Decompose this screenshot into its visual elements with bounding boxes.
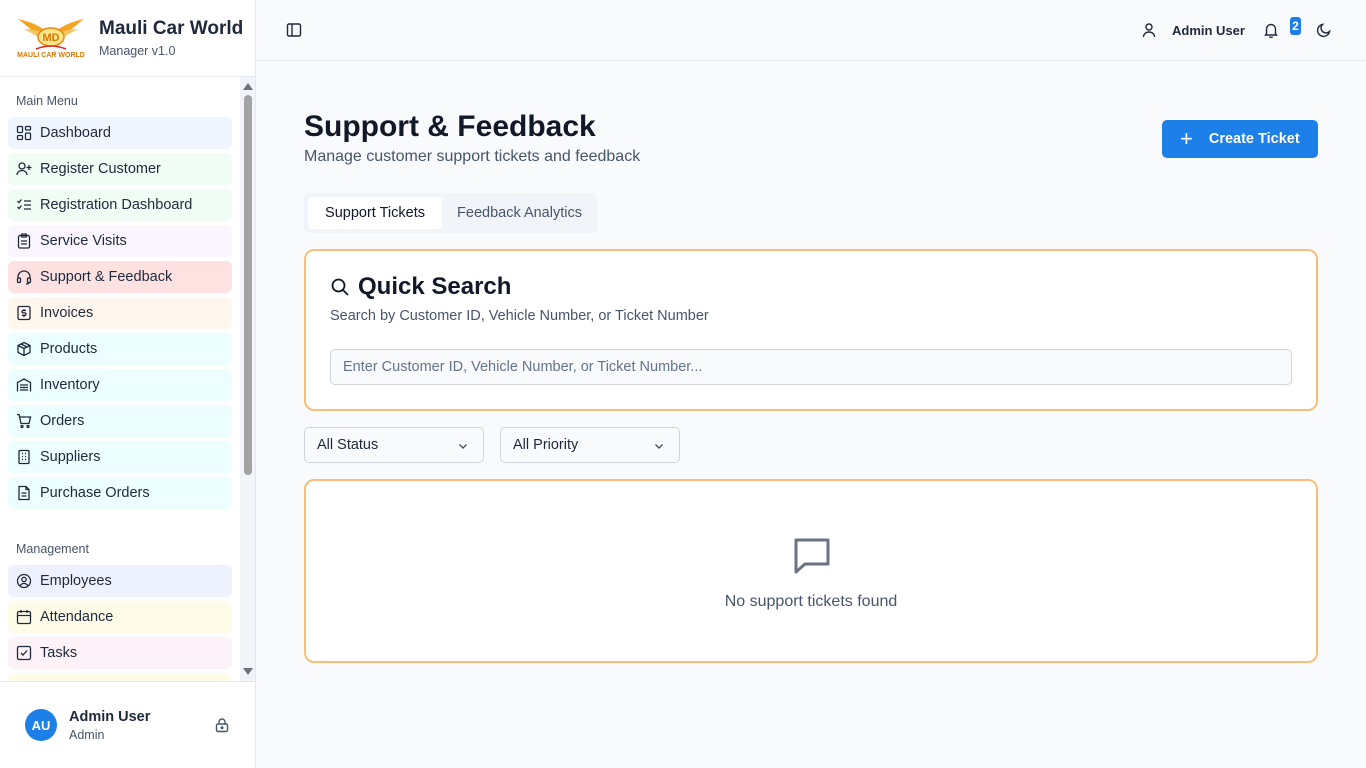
tab-support-tickets[interactable]: Support Tickets (308, 197, 442, 229)
file-icon (16, 485, 32, 501)
sidebar-item-label: Tasks (40, 645, 78, 661)
brand-header: MD MAULI CAR WORLD Mauli Car World Manag… (0, 0, 255, 77)
sidebar-item-attendance[interactable]: Attendance (8, 601, 232, 633)
search-icon (331, 278, 349, 296)
brand-logo: MD MAULI CAR WORLD (16, 15, 86, 61)
bell-icon[interactable] (1263, 22, 1279, 43)
sidebar-item-label: Invoices (40, 305, 94, 321)
svg-text:MAULI CAR WORLD: MAULI CAR WORLD (17, 52, 85, 59)
sidebar-item-dashboard[interactable]: Dashboard (8, 117, 232, 149)
empty-state-message: No support tickets found (724, 593, 898, 610)
top-user-menu[interactable]: Admin User (1142, 22, 1245, 38)
chevron-down-icon (459, 444, 467, 449)
sidebar-item-label: Suppliers (40, 449, 101, 465)
top-bar: Admin User 2 (256, 0, 1366, 61)
cart-icon (16, 413, 32, 429)
sidebar-item-inventory[interactable]: Inventory (8, 369, 232, 401)
brand-subtitle: Manager v1.0 (99, 44, 176, 58)
quick-search-card: Quick Search Search by Customer ID, Vehi… (304, 249, 1318, 411)
user-plus-icon (16, 161, 32, 177)
user-circle-icon (16, 573, 32, 589)
sidebar-item-support-feedback[interactable]: Support & Feedback (8, 261, 232, 293)
status-filter-value: All Status (317, 437, 379, 453)
sidebar-item-service-visits[interactable]: Service Visits (8, 225, 232, 257)
sidebar-item-tasks[interactable]: Tasks (8, 637, 232, 669)
headset-icon (16, 269, 32, 285)
sidebar-item-label: Inventory (40, 377, 100, 393)
page-subtitle: Manage customer support tickets and feed… (304, 148, 641, 165)
sidebar-item-label: Attendance (40, 609, 114, 625)
scroll-down-arrow-icon[interactable] (243, 668, 253, 675)
sidebar-item-suppliers[interactable]: Suppliers (8, 441, 232, 473)
management-label: Management (16, 542, 89, 556)
clipboard-icon (16, 233, 32, 249)
avatar[interactable]: AU (25, 709, 57, 741)
moon-icon[interactable] (1316, 22, 1332, 43)
lock-icon[interactable] (214, 717, 230, 738)
sidebar-item-label: Purchase Orders (40, 485, 150, 501)
search-input[interactable] (330, 349, 1292, 385)
list-checks-icon (16, 197, 32, 213)
sidebar-item-label: Products (40, 341, 98, 357)
page-title: Support & Feedback (304, 110, 596, 143)
tab-feedback-analytics[interactable]: Feedback Analytics (442, 197, 597, 229)
sidebar-item-label: Registration Dashboard (40, 197, 193, 213)
main-menu-label: Main Menu (16, 94, 78, 108)
receipt-icon (16, 305, 32, 321)
dashboard-icon (16, 125, 32, 141)
user-name: Admin User (69, 708, 151, 725)
scroll-up-arrow-icon[interactable] (243, 83, 253, 90)
priority-filter-value: All Priority (513, 437, 579, 453)
svg-text:MD: MD (42, 32, 59, 44)
create-ticket-button[interactable]: + Create Ticket (1162, 120, 1318, 158)
tab-list: Support Tickets Feedback Analytics (304, 193, 597, 233)
plus-icon: + (1180, 126, 1193, 151)
sidebar-user-footer: AU Admin User Admin (0, 681, 256, 768)
priority-filter-select[interactable]: All Priority (500, 427, 680, 463)
sidebar-item-invoices[interactable]: Invoices (8, 297, 232, 329)
building-icon (16, 449, 32, 465)
sidebar-item-purchase-orders[interactable]: Purchase Orders (8, 477, 232, 509)
sidebar-item-employees[interactable]: Employees (8, 565, 232, 597)
status-filter-select[interactable]: All Status (304, 427, 484, 463)
user-icon (1142, 23, 1156, 38)
sidebar-item-label: Support & Feedback (40, 269, 173, 285)
sidebar-item-orders[interactable]: Orders (8, 405, 232, 437)
sidebar-item-label: Dashboard (40, 125, 111, 141)
sidebar-item-label: Service Visits (40, 233, 127, 249)
top-user-name: Admin User (1172, 22, 1245, 38)
check-square-icon (16, 645, 32, 661)
notification-badge[interactable]: 2 (1290, 17, 1301, 35)
scroll-thumb[interactable] (244, 95, 252, 475)
sidebar: MD MAULI CAR WORLD Mauli Car World Manag… (0, 0, 256, 768)
sidebar-item-registration-dashboard[interactable]: Registration Dashboard (8, 189, 232, 221)
chevron-down-icon (655, 444, 663, 449)
sidebar-scrollbar[interactable] (240, 77, 255, 681)
calendar-icon (16, 609, 32, 625)
sidebar-toggle-icon[interactable] (286, 22, 302, 43)
sidebar-menu: Main Menu Dashboard Register Customer Re… (0, 77, 240, 681)
quick-search-subtitle: Search by Customer ID, Vehicle Number, o… (330, 308, 709, 324)
sidebar-item-label: Register Customer (40, 161, 161, 177)
sidebar-item-register-customer[interactable]: Register Customer (8, 153, 232, 185)
user-role: Admin (69, 727, 105, 742)
brand-title: Mauli Car World (99, 18, 244, 39)
sidebar-item-products[interactable]: Products (8, 333, 232, 365)
quick-search-title: Quick Search (358, 273, 512, 300)
warehouse-icon (16, 377, 32, 393)
tickets-empty-state: No support tickets found (304, 479, 1318, 663)
message-square-icon (791, 533, 833, 580)
package-icon (16, 341, 32, 357)
sidebar-item-label: Employees (40, 573, 112, 589)
sidebar-item-label: Orders (40, 413, 85, 429)
sidebar-item-partial (8, 673, 232, 681)
create-ticket-label: Create Ticket (1208, 131, 1300, 147)
